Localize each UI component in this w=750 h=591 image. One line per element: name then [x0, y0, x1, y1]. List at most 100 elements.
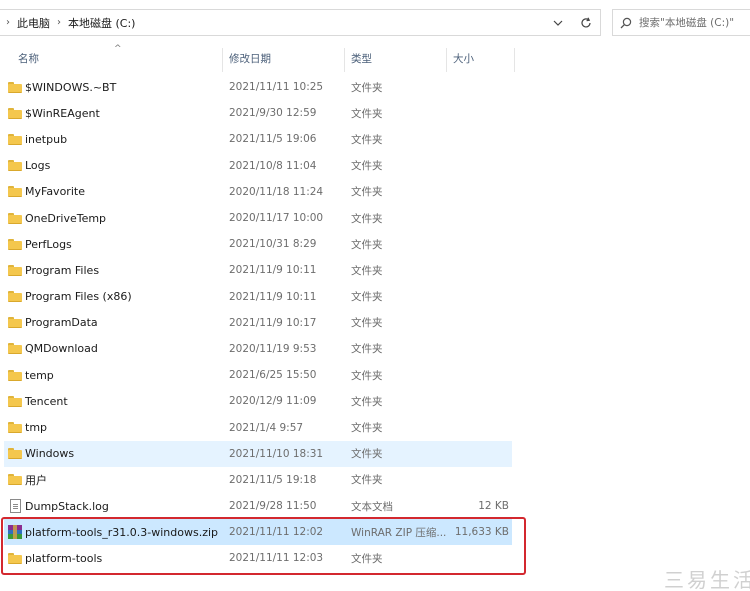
file-name: $WinREAgent: [25, 106, 100, 120]
column-header-size[interactable]: 大小: [453, 46, 513, 72]
breadcrumb-local-disk[interactable]: 本地磁盘 (C:): [65, 15, 138, 31]
file-name: inetpub: [25, 132, 68, 146]
column-divider[interactable]: [344, 48, 345, 72]
file-name: Logs: [25, 159, 51, 173]
file-name-cell[interactable]: QMDownload: [8, 336, 224, 362]
file-name-cell[interactable]: platform-tools_r31.0.3-windows.zip: [8, 519, 224, 545]
column-header-type[interactable]: 类型: [351, 46, 443, 72]
file-name-cell[interactable]: Program Files (x86): [8, 284, 224, 310]
column-header-name-label: 名称: [18, 53, 39, 65]
column-divider[interactable]: [514, 48, 515, 72]
file-list-row[interactable]: Program Files 2021/11/9 10:11 文件夹: [4, 257, 512, 283]
file-size: [449, 126, 509, 152]
folder-icon: [8, 447, 22, 461]
file-size: [449, 179, 509, 205]
file-list-row[interactable]: OneDriveTemp 2020/11/17 10:00 文件夹: [4, 205, 512, 231]
breadcrumb-chevron-icon[interactable]: ›: [53, 17, 65, 28]
file-list-row[interactable]: Tencent 2020/12/9 11:09 文件夹: [4, 388, 512, 414]
folder-icon: [8, 80, 22, 94]
file-list: $WINDOWS.~BT 2021/11/11 10:25 文件夹 $WinREAge…: [4, 74, 512, 572]
file-type: 文件夹: [351, 186, 383, 199]
watermark-logo: 三易生活: [664, 568, 750, 591]
file-type: 文件夹: [351, 133, 383, 146]
modified-date: 2021/9/28 11:50: [229, 500, 317, 513]
file-list-row[interactable]: tmp 2021/1/4 9:57 文件夹: [4, 414, 512, 440]
file-type: 文件夹: [351, 81, 383, 94]
search-input[interactable]: [639, 16, 747, 29]
file-name: PerfLogs: [25, 237, 72, 251]
file-name-cell[interactable]: $WINDOWS.~BT: [8, 74, 224, 100]
file-name-cell[interactable]: MyFavorite: [8, 179, 224, 205]
file-name-cell[interactable]: PerfLogs: [8, 231, 224, 257]
file-size: 11,633 KB: [454, 526, 509, 539]
file-list-row[interactable]: $WINDOWS.~BT 2021/11/11 10:25 文件夹: [4, 74, 512, 100]
file-list-row[interactable]: platform-tools_r31.0.3-windows.zip 2021/1…: [4, 519, 512, 546]
file-name-cell[interactable]: $WinREAgent: [8, 100, 224, 126]
column-divider[interactable]: [222, 48, 223, 72]
file-size: [449, 257, 509, 283]
file-size: [449, 74, 509, 100]
file-list-row[interactable]: Windows 2021/11/10 18:31 文件夹: [4, 440, 512, 467]
file-list-row[interactable]: platform-tools 2021/11/11 12:03 文件夹: [4, 545, 512, 571]
file-size: [449, 388, 509, 414]
address-history-dropdown-button[interactable]: [547, 12, 569, 33]
file-size: [449, 153, 509, 179]
file-list-row[interactable]: ProgramData 2021/11/9 10:17 文件夹: [4, 310, 512, 336]
file-type: 文件夹: [351, 238, 383, 251]
file-list-row[interactable]: QMDownload 2020/11/19 9:53 文件夹: [4, 336, 512, 362]
file-name: DumpStack.log: [25, 499, 109, 513]
file-type: 文件夹: [351, 343, 383, 356]
search-box[interactable]: [612, 9, 750, 36]
file-name: ProgramData: [25, 316, 98, 330]
refresh-icon: [581, 17, 591, 27]
file-list-row[interactable]: temp 2021/6/25 15:50 文件夹: [4, 362, 512, 388]
file-list-row[interactable]: 用户 2021/11/5 19:18 文件夹: [4, 467, 512, 493]
modified-date: 2021/11/9 10:17: [229, 316, 317, 329]
file-name-cell[interactable]: Windows: [8, 441, 224, 467]
file-list-row[interactable]: DumpStack.log 2021/9/28 11:50 文本文档 12 KB: [4, 493, 512, 519]
breadcrumb-this-pc[interactable]: 此电脑: [14, 15, 53, 31]
file-list-row[interactable]: Program Files (x86) 2021/11/9 10:11 文件夹: [4, 284, 512, 310]
file-name-cell[interactable]: OneDriveTemp: [8, 205, 224, 231]
file-name-cell[interactable]: tmp: [8, 414, 224, 440]
file-list-row[interactable]: MyFavorite 2020/11/18 11:24 文件夹: [4, 179, 512, 205]
file-list-row[interactable]: Logs 2021/10/8 11:04 文件夹: [4, 153, 512, 179]
modified-date: 2021/1/4 9:57: [229, 421, 304, 434]
file-type: 文件夹: [351, 107, 383, 120]
file-type: 文件夹: [351, 212, 383, 225]
file-name-cell[interactable]: 用户: [8, 467, 224, 493]
modified-date: 2021/11/11 12:02: [229, 526, 324, 539]
file-name-cell[interactable]: Tencent: [8, 388, 224, 414]
file-name-cell[interactable]: platform-tools: [8, 545, 224, 571]
file-type: 文本文档: [351, 500, 393, 513]
file-type: 文件夹: [351, 474, 383, 487]
column-divider[interactable]: [446, 48, 447, 72]
folder-icon: [8, 290, 22, 304]
address-bar[interactable]: › 此电脑 › 本地磁盘 (C:): [0, 9, 601, 36]
column-header-date-label: 修改日期: [229, 53, 271, 65]
file-type: 文件夹: [351, 160, 383, 173]
file-name: OneDriveTemp: [25, 211, 107, 225]
column-header-date[interactable]: 修改日期: [229, 46, 341, 72]
refresh-button[interactable]: [575, 12, 597, 33]
file-name: Windows: [25, 447, 75, 461]
file-name-cell[interactable]: DumpStack.log: [8, 493, 224, 519]
breadcrumb: › 此电脑 › 本地磁盘 (C:): [2, 10, 138, 35]
file-name-cell[interactable]: temp: [8, 362, 224, 388]
file-type: 文件夹: [351, 422, 383, 435]
folder-icon: [8, 185, 22, 199]
file-list-row[interactable]: PerfLogs 2021/10/31 8:29 文件夹: [4, 231, 512, 257]
folder-icon: [8, 368, 22, 382]
breadcrumb-chevron-icon[interactable]: ›: [2, 17, 14, 28]
file-name-cell[interactable]: ProgramData: [8, 310, 224, 336]
file-size: [449, 362, 509, 388]
file-name-cell[interactable]: Program Files: [8, 257, 224, 283]
folder-icon: [8, 106, 22, 120]
file-name: temp: [25, 368, 54, 382]
file-size: [449, 336, 509, 362]
file-list-row[interactable]: $WinREAgent 2021/9/30 12:59 文件夹: [4, 100, 512, 126]
file-list-row[interactable]: inetpub 2021/11/5 19:06 文件夹: [4, 126, 512, 152]
file-name-cell[interactable]: Logs: [8, 153, 224, 179]
file-type: WinRAR ZIP 压缩...: [351, 526, 447, 539]
file-name-cell[interactable]: inetpub: [8, 126, 224, 152]
